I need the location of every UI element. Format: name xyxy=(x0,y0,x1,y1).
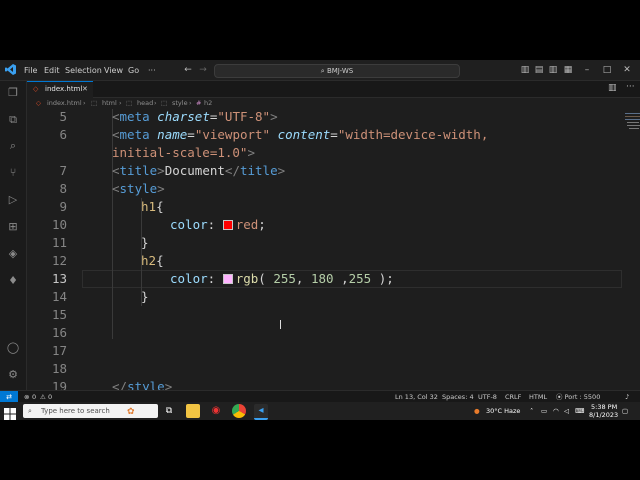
windows-taskbar: ⌕ Type here to search ✿ ⧉ ◉ ◂ ● 30°C Haz… xyxy=(0,402,640,420)
menu-selection[interactable]: Selection xyxy=(65,65,102,77)
weather-text[interactable]: 30°C Haze xyxy=(486,402,520,420)
notification-center-icon[interactable]: ▢ xyxy=(622,402,628,420)
run-debug-icon[interactable]: ▷ xyxy=(6,193,20,207)
language-icon[interactable]: ⌨ xyxy=(575,402,584,420)
chrome-icon[interactable] xyxy=(232,404,246,418)
toggle-panel-icon[interactable]: ▤ xyxy=(534,65,544,75)
weather-icon: ● xyxy=(474,407,480,415)
code-line-7: <title>Document</title> xyxy=(112,163,286,178)
line-number-active: 13 xyxy=(51,271,67,286)
code-line-10: color: red; xyxy=(170,217,266,232)
line-number: 18 xyxy=(51,361,67,376)
file-manager-icon[interactable]: ◉ xyxy=(209,404,223,418)
color-swatch-rgb[interactable] xyxy=(222,274,233,284)
manage-gear-icon[interactable]: ⚙ xyxy=(6,368,20,382)
explorer-icon[interactable]: ❐ xyxy=(6,86,20,100)
command-center-search[interactable]: ⌕ BMJ-WS xyxy=(214,64,460,78)
line-number: 11 xyxy=(51,235,67,250)
breadcrumb-html-icon: ⬚ xyxy=(91,99,98,107)
close-window-icon[interactable]: ✕ xyxy=(622,65,632,75)
code-line-5: <meta charset="UTF-8"> xyxy=(112,109,278,124)
tab-label: index.html xyxy=(45,85,83,93)
taskbar-search-box[interactable]: ⌕ Type here to search ✿ xyxy=(23,404,158,418)
line-number: 16 xyxy=(51,325,67,340)
remote-explorer-icon[interactable]: ◈ xyxy=(6,247,20,261)
code-line-6: <meta name="viewport" content="width=dev… xyxy=(112,127,489,142)
code-line-8: <style> xyxy=(112,181,165,196)
tab-close-icon[interactable]: ✕ xyxy=(82,82,88,97)
extensions-icon[interactable]: ⊞ xyxy=(6,220,20,234)
more-actions-icon[interactable]: ··· xyxy=(626,82,635,92)
tab-bar: ◇ index.html ✕ ▥ ··· xyxy=(27,81,640,98)
network-icon[interactable]: ▭ xyxy=(541,402,547,420)
maximize-icon[interactable]: □ xyxy=(602,65,612,75)
code-line-9: h1{ xyxy=(141,199,164,214)
back-arrow-icon[interactable]: ← xyxy=(183,65,193,75)
code-editor[interactable]: 5 6 7 8 9 10 11 12 13 14 15 16 17 18 19 … xyxy=(27,109,640,394)
line-number: 17 xyxy=(51,343,67,358)
code-line-14: } xyxy=(141,289,149,304)
tray-chevron-icon[interactable]: ˄ xyxy=(530,402,533,420)
vscode-taskbar-icon[interactable]: ◂ xyxy=(254,404,268,420)
minimap[interactable] xyxy=(625,109,640,169)
minimize-icon[interactable]: – xyxy=(582,65,592,75)
taskbar-search-placeholder: Type here to search xyxy=(41,407,110,415)
vscode-window: File Edit Selection View Go ··· ← → ⌕ BM… xyxy=(0,60,640,420)
account-icon[interactable]: ◯ xyxy=(6,341,20,355)
line-number: 14 xyxy=(51,289,67,304)
file-explorer-icon[interactable] xyxy=(186,404,200,418)
html-file-icon: ◇ xyxy=(33,85,39,93)
menu-go[interactable]: Go xyxy=(128,65,139,77)
split-editor-icon[interactable]: ▥ xyxy=(608,83,617,93)
title-bar: File Edit Selection View Go ··· ← → ⌕ BM… xyxy=(0,60,640,81)
command-center-label: BMJ-WS xyxy=(326,67,354,75)
source-control-icon[interactable]: ⑂ xyxy=(6,166,20,180)
line-number: 6 xyxy=(59,127,67,142)
search-icon: ⌕ xyxy=(320,67,325,75)
menu-more[interactable]: ··· xyxy=(148,65,156,77)
search-icon: ⌕ xyxy=(28,407,32,415)
menu-file[interactable]: File xyxy=(24,65,37,77)
forward-arrow-icon[interactable]: → xyxy=(198,65,208,75)
copy-files-icon[interactable]: ⧉ xyxy=(6,113,20,127)
menu-edit[interactable]: Edit xyxy=(44,65,60,77)
activity-bar: ❐ ⧉ ⌕ ⑂ ▷ ⊞ ◈ ♦ ◯ ⚙ xyxy=(0,81,27,390)
live-share-icon[interactable]: ♦ xyxy=(6,274,20,288)
toggle-secondary-sidebar-icon[interactable]: ▥ xyxy=(548,65,558,75)
tab-index-html[interactable]: ◇ index.html ✕ xyxy=(27,81,93,98)
line-number: 12 xyxy=(51,253,67,268)
line-number: 15 xyxy=(51,307,67,322)
vscode-logo-icon xyxy=(5,64,16,75)
toggle-sidebar-icon[interactable]: ▥ xyxy=(520,65,530,75)
antenna-icon: ⦿ xyxy=(556,393,563,401)
line-number: 10 xyxy=(51,217,67,232)
search-highlight-icon: ✿ xyxy=(127,407,135,417)
line-number: 7 xyxy=(59,163,67,178)
code-line-11: } xyxy=(141,235,149,250)
code-line-6-wrap: initial-scale=1.0"> xyxy=(112,145,255,160)
color-swatch-red[interactable] xyxy=(222,220,233,230)
search-icon[interactable]: ⌕ xyxy=(6,139,20,153)
volume-icon[interactable]: ◁ xyxy=(564,402,569,420)
breadcrumb-separator-icon: › xyxy=(83,99,86,107)
windows-start-icon[interactable] xyxy=(4,405,16,420)
line-number: 5 xyxy=(59,109,67,124)
clock-date[interactable]: 8/1/2023 xyxy=(589,406,618,420)
line-number: 9 xyxy=(59,199,67,214)
code-line-13: color: rgb( 255, 180 ,255 ); xyxy=(170,271,394,286)
task-view-icon[interactable]: ⧉ xyxy=(162,404,176,418)
menu-view[interactable]: View xyxy=(104,65,123,77)
code-line-12: h2{ xyxy=(141,253,164,268)
customize-layout-icon[interactable]: ▦ xyxy=(563,65,573,75)
mouse-ibeam-cursor xyxy=(280,320,286,329)
wifi-icon[interactable]: ◠ xyxy=(553,402,559,420)
line-number: 8 xyxy=(59,181,67,196)
